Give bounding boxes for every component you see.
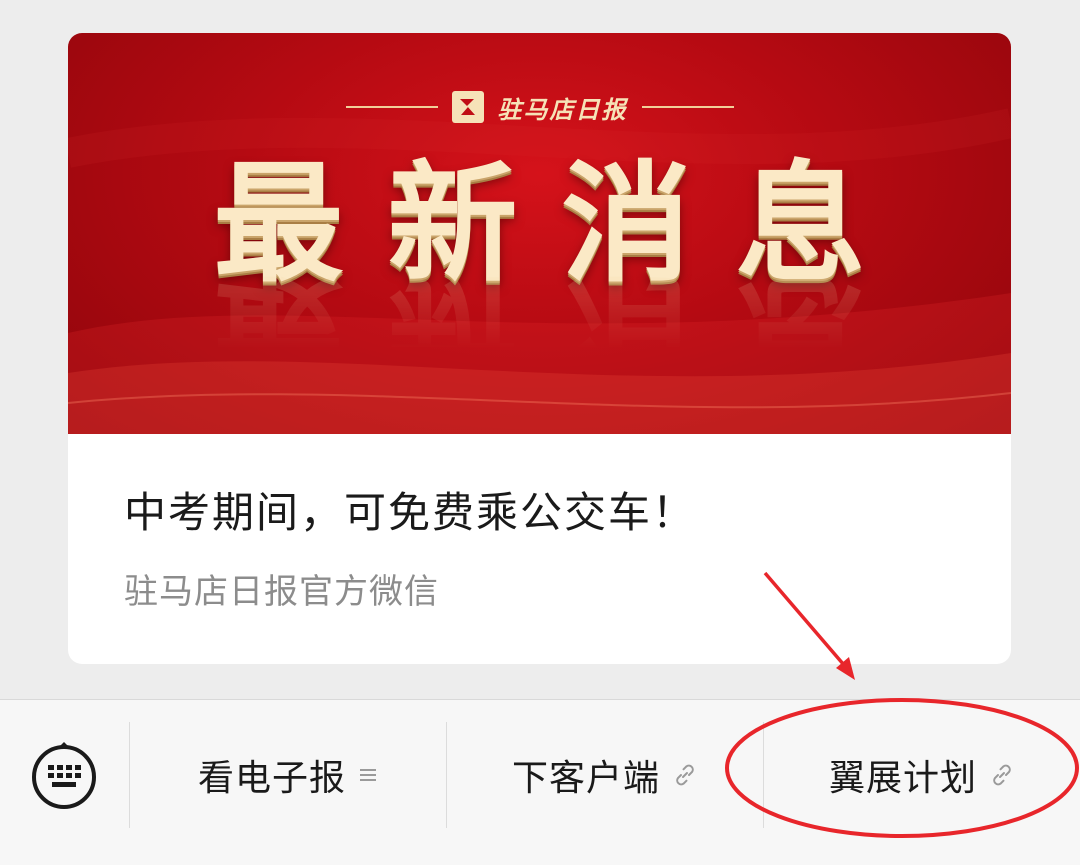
menu-item-label: 看电子报: [197, 758, 346, 799]
article-cover-image: 驻马店日报 最新消息 最新消息: [68, 33, 1011, 434]
link-icon: [989, 762, 1015, 788]
brand-name: 驻马店日报: [497, 95, 628, 124]
article-source: 驻马店日报官方微信: [124, 572, 439, 612]
brand-divider-right: [641, 106, 734, 108]
keyboard-toggle-button[interactable]: [30, 740, 98, 810]
article-title[interactable]: 中考期间，可免费乘公交车！: [124, 483, 696, 543]
article-card[interactable]: 驻马店日报 最新消息 最新消息 中考期间，可免费乘公交车！ 驻马店日报官方微信: [68, 33, 1011, 664]
brand-divider-left: [345, 106, 438, 108]
menu-item-e-newspaper[interactable]: 看电子报: [130, 740, 446, 810]
newspaper-logo-icon: [451, 91, 484, 123]
menu-item-download-app[interactable]: 下客户端: [447, 740, 763, 810]
official-account-menu-bar: 看电子报 下客户端 翼展计划: [0, 699, 1080, 865]
brand-row: 驻马店日报: [68, 91, 1011, 124]
menu-item-wing-plan[interactable]: 翼展计划: [764, 740, 1080, 810]
submenu-lines-icon: [358, 765, 378, 785]
link-icon: [672, 762, 698, 788]
menu-item-label: 下客户端: [511, 758, 660, 799]
banner-headline-reflection: 最新消息: [213, 258, 910, 410]
keyboard-icon: [32, 742, 96, 809]
menu-item-label: 翼展计划: [828, 758, 977, 799]
